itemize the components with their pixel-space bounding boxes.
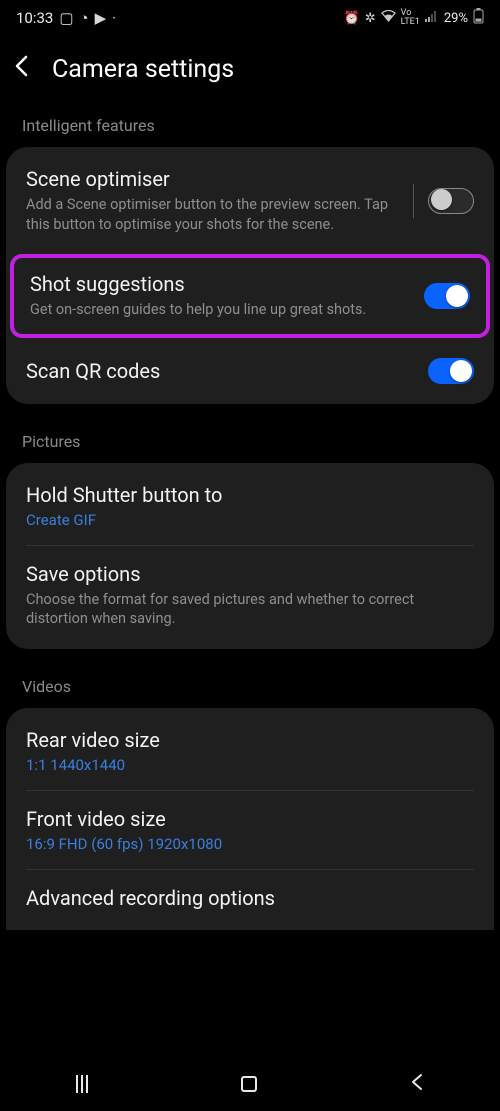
row-scene-optimiser[interactable]: Scene optimiser Add a Scene optimiser bu… (6, 151, 494, 250)
battery-icon (473, 8, 484, 28)
nav-bar (0, 1057, 500, 1111)
card-pictures: Hold Shutter button to Create GIF Save o… (6, 463, 494, 649)
scene-optimiser-desc: Add a Scene optimiser button to the prev… (26, 195, 403, 234)
carrier-volte: VoLTE1 (401, 9, 420, 27)
status-time: 10:33 (16, 9, 53, 27)
scan-qr-toggle[interactable] (428, 358, 474, 384)
nav-recents[interactable] (76, 1075, 88, 1093)
sync-icon: ◔ (80, 9, 89, 27)
rear-video-title: Rear video size (26, 728, 474, 752)
highlight-shot-suggestions: Shot suggestions Get on-screen guides to… (10, 254, 490, 338)
scene-optimiser-controls (413, 184, 475, 218)
nav-back[interactable] (410, 1072, 424, 1096)
alarm-icon: ⏰ (344, 11, 360, 26)
section-label-videos: Videos (0, 669, 500, 708)
shot-suggestions-toggle[interactable] (424, 283, 470, 309)
rear-video-value: 1:1 1440x1440 (26, 756, 474, 774)
row-hold-shutter[interactable]: Hold Shutter button to Create GIF (6, 467, 494, 545)
front-video-title: Front video size (26, 807, 474, 831)
row-save-options[interactable]: Save options Choose the format for saved… (6, 546, 494, 645)
card-intelligent: Scene optimiser Add a Scene optimiser bu… (6, 147, 494, 404)
page-title: Camera settings (52, 55, 234, 84)
row-rear-video[interactable]: Rear video size 1:1 1440x1440 (6, 712, 494, 790)
more-icon: · (112, 9, 116, 27)
row-advanced-recording[interactable]: Advanced recording options (6, 870, 494, 926)
scene-optimiser-title: Scene optimiser (26, 167, 403, 191)
play-icon: ▶ (95, 9, 107, 27)
front-video-value: 16:9 FHD (60 fps) 1920x1080 (26, 835, 474, 853)
card-videos: Rear video size 1:1 1440x1440 Front vide… (6, 708, 494, 930)
shot-suggestions-title: Shot suggestions (30, 272, 414, 296)
shot-suggestions-desc: Get on-screen guides to help you line up… (30, 300, 414, 320)
back-button[interactable] (14, 54, 52, 84)
nav-home[interactable] (241, 1076, 257, 1092)
image-icon: ▢ (59, 9, 73, 27)
wifi-icon (381, 10, 396, 26)
separator-bar (413, 184, 415, 218)
save-options-title: Save options (26, 562, 474, 586)
hold-shutter-value: Create GIF (26, 511, 474, 529)
row-front-video[interactable]: Front video size 16:9 FHD (60 fps) 1920x… (6, 791, 494, 869)
signal-icon (425, 10, 439, 26)
row-shot-suggestions[interactable]: Shot suggestions Get on-screen guides to… (14, 258, 486, 334)
advanced-recording-title: Advanced recording options (26, 886, 474, 910)
section-label-intelligent: Intelligent features (0, 108, 500, 147)
status-bar: 10:33 ▢ ◔ ▶ · ⏰ ✲ VoLTE1 29% (0, 0, 500, 36)
save-options-desc: Choose the format for saved pictures and… (26, 590, 474, 629)
section-label-pictures: Pictures (0, 424, 500, 463)
battery-percent: 29% (444, 11, 468, 26)
status-right: ⏰ ✲ VoLTE1 29% (344, 8, 484, 28)
scan-qr-title: Scan QR codes (26, 359, 160, 383)
hold-shutter-title: Hold Shutter button to (26, 483, 474, 507)
bluetooth-icon: ✲ (365, 11, 376, 26)
status-left: 10:33 ▢ ◔ ▶ · (16, 9, 116, 27)
header: Camera settings (0, 36, 500, 108)
row-scan-qr[interactable]: Scan QR codes (6, 342, 494, 400)
scene-optimiser-toggle[interactable] (428, 188, 474, 214)
